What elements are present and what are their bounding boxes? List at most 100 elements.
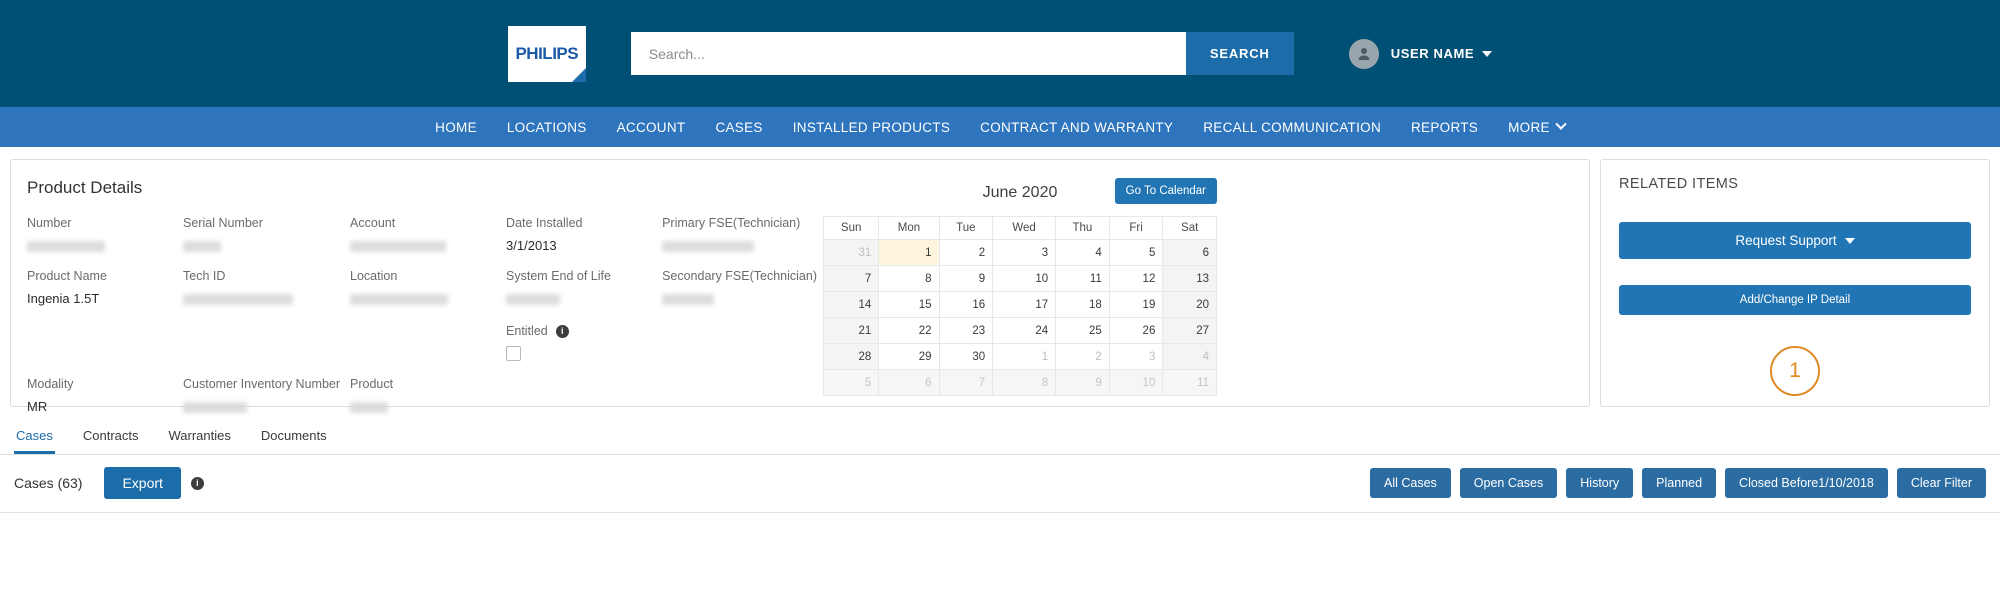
calendar-day-cell[interactable]: 6 xyxy=(879,370,939,396)
calendar-day-cell[interactable]: 17 xyxy=(993,292,1056,318)
calendar-day-cell[interactable]: 4 xyxy=(1163,344,1217,370)
nav-item-account[interactable]: ACCOUNT xyxy=(617,120,686,135)
calendar-day-cell[interactable]: 19 xyxy=(1109,292,1163,318)
info-icon[interactable]: i xyxy=(191,477,204,490)
calendar-day-cell[interactable]: 1 xyxy=(879,240,939,266)
redacted-value xyxy=(183,294,293,305)
field-label: Date Installed xyxy=(506,216,652,230)
calendar-day-cell[interactable]: 10 xyxy=(993,266,1056,292)
calendar-day-header: Wed xyxy=(993,217,1056,240)
nav-item-home[interactable]: HOME xyxy=(435,120,477,135)
calendar-day-cell[interactable]: 7 xyxy=(939,370,993,396)
filter-clear-filter[interactable]: Clear Filter xyxy=(1897,468,1986,498)
field-value xyxy=(183,399,340,414)
filter-closed-before1-10-2018[interactable]: Closed Before1/10/2018 xyxy=(1725,468,1888,498)
nav-item-label: REPORTS xyxy=(1411,120,1478,135)
calendar-day-cell[interactable]: 11 xyxy=(1163,370,1217,396)
calendar-day-cell[interactable]: 1 xyxy=(993,344,1056,370)
nav-item-recall-communication[interactable]: RECALL COMMUNICATION xyxy=(1203,120,1381,135)
calendar-day-cell[interactable]: 18 xyxy=(1056,292,1110,318)
calendar-day-header: Thu xyxy=(1056,217,1110,240)
calendar-body: 3112345678910111213141516171819202122232… xyxy=(824,240,1217,396)
calendar-week-row: 21222324252627 xyxy=(824,318,1217,344)
calendar-day-cell[interactable]: 14 xyxy=(824,292,879,318)
redacted-value xyxy=(27,241,105,252)
export-button[interactable]: Export xyxy=(104,467,180,499)
calendar-day-cell[interactable]: 24 xyxy=(993,318,1056,344)
filter-open-cases[interactable]: Open Cases xyxy=(1460,468,1557,498)
field-modality: ModalityMR xyxy=(27,377,173,414)
nav-item-locations[interactable]: LOCATIONS xyxy=(507,120,587,135)
calendar-day-cell[interactable]: 22 xyxy=(879,318,939,344)
search-input[interactable] xyxy=(631,32,1186,75)
calendar-day-cell[interactable]: 9 xyxy=(939,266,993,292)
detail-tabs: Cases Contracts Warranties Documents xyxy=(0,422,2000,455)
request-support-button[interactable]: Request Support xyxy=(1619,222,1971,259)
nav-item-installed-products[interactable]: INSTALLED PRODUCTS xyxy=(793,120,950,135)
tab-contracts[interactable]: Contracts xyxy=(81,422,141,454)
tab-warranties[interactable]: Warranties xyxy=(167,422,233,454)
tab-documents[interactable]: Documents xyxy=(259,422,329,454)
field-label: Account xyxy=(350,216,496,230)
search-bar: SEARCH xyxy=(631,32,1294,75)
calendar-day-cell[interactable]: 23 xyxy=(939,318,993,344)
calendar-day-cell[interactable]: 3 xyxy=(993,240,1056,266)
calendar-day-cell[interactable]: 5 xyxy=(824,370,879,396)
calendar-day-cell[interactable]: 31 xyxy=(824,240,879,266)
field-account: Account xyxy=(350,216,496,253)
redacted-value xyxy=(183,241,221,252)
entitled-label-row: Entitledi xyxy=(506,324,652,338)
calendar-day-cell[interactable]: 25 xyxy=(1056,318,1110,344)
calendar-day-cell[interactable]: 7 xyxy=(824,266,879,292)
calendar-day-cell[interactable]: 11 xyxy=(1056,266,1110,292)
calendar-day-cell[interactable]: 26 xyxy=(1109,318,1163,344)
calendar-day-cell[interactable]: 5 xyxy=(1109,240,1163,266)
calendar-day-cell[interactable]: 30 xyxy=(939,344,993,370)
nav-item-more[interactable]: MORE xyxy=(1508,120,1565,135)
add-change-ip-detail-button[interactable]: Add/Change IP Detail xyxy=(1619,285,1971,315)
search-button[interactable]: SEARCH xyxy=(1186,32,1294,75)
nav-item-contract-and-warranty[interactable]: CONTRACT AND WARRANTY xyxy=(980,120,1173,135)
user-menu[interactable]: USER NAME xyxy=(1349,39,1492,69)
annotation-marker-1: 1 xyxy=(1770,346,1820,396)
calendar-day-cell[interactable]: 9 xyxy=(1056,370,1110,396)
calendar-day-cell[interactable]: 3 xyxy=(1109,344,1163,370)
entitled-checkbox[interactable] xyxy=(506,346,521,361)
tab-cases[interactable]: Cases xyxy=(14,422,55,454)
nav-item-label: ACCOUNT xyxy=(617,120,686,135)
calendar-day-cell[interactable]: 28 xyxy=(824,344,879,370)
redacted-value xyxy=(350,241,446,252)
calendar-day-cell[interactable]: 2 xyxy=(1056,344,1110,370)
calendar-day-cell[interactable]: 16 xyxy=(939,292,993,318)
nav-item-label: RECALL COMMUNICATION xyxy=(1203,120,1381,135)
chevron-down-icon xyxy=(1482,51,1492,57)
calendar-day-cell[interactable]: 6 xyxy=(1163,240,1217,266)
calendar-day-cell[interactable]: 13 xyxy=(1163,266,1217,292)
filter-planned[interactable]: Planned xyxy=(1642,468,1716,498)
field-location: Location xyxy=(350,269,496,361)
top-header-bar: PHILIPS SEARCH USER NAME xyxy=(0,0,2000,107)
go-to-calendar-button[interactable]: Go To Calendar xyxy=(1115,178,1217,204)
calendar-week-row: 31123456 xyxy=(824,240,1217,266)
info-icon[interactable]: i xyxy=(556,325,569,338)
field-serial-number: Serial Number xyxy=(183,216,340,253)
calendar-day-cell[interactable]: 10 xyxy=(1109,370,1163,396)
calendar-day-cell[interactable]: 15 xyxy=(879,292,939,318)
filter-history[interactable]: History xyxy=(1566,468,1633,498)
calendar-day-cell[interactable]: 12 xyxy=(1109,266,1163,292)
calendar-day-cell[interactable]: 8 xyxy=(879,266,939,292)
calendar-day-cell[interactable]: 8 xyxy=(993,370,1056,396)
calendar-day-cell[interactable]: 29 xyxy=(879,344,939,370)
product-details-panel: Product Details NumberSerial NumberAccou… xyxy=(27,178,817,390)
nav-item-reports[interactable]: REPORTS xyxy=(1411,120,1478,135)
philips-logo[interactable]: PHILIPS xyxy=(508,26,586,82)
calendar-header: June 2020 Go To Calendar xyxy=(823,178,1217,208)
calendar-day-cell[interactable]: 21 xyxy=(824,318,879,344)
calendar-day-header: Tue xyxy=(939,217,993,240)
nav-item-cases[interactable]: CASES xyxy=(715,120,762,135)
calendar-day-cell[interactable]: 2 xyxy=(939,240,993,266)
calendar-day-cell[interactable]: 27 xyxy=(1163,318,1217,344)
filter-all-cases[interactable]: All Cases xyxy=(1370,468,1451,498)
calendar-day-cell[interactable]: 4 xyxy=(1056,240,1110,266)
calendar-day-cell[interactable]: 20 xyxy=(1163,292,1217,318)
